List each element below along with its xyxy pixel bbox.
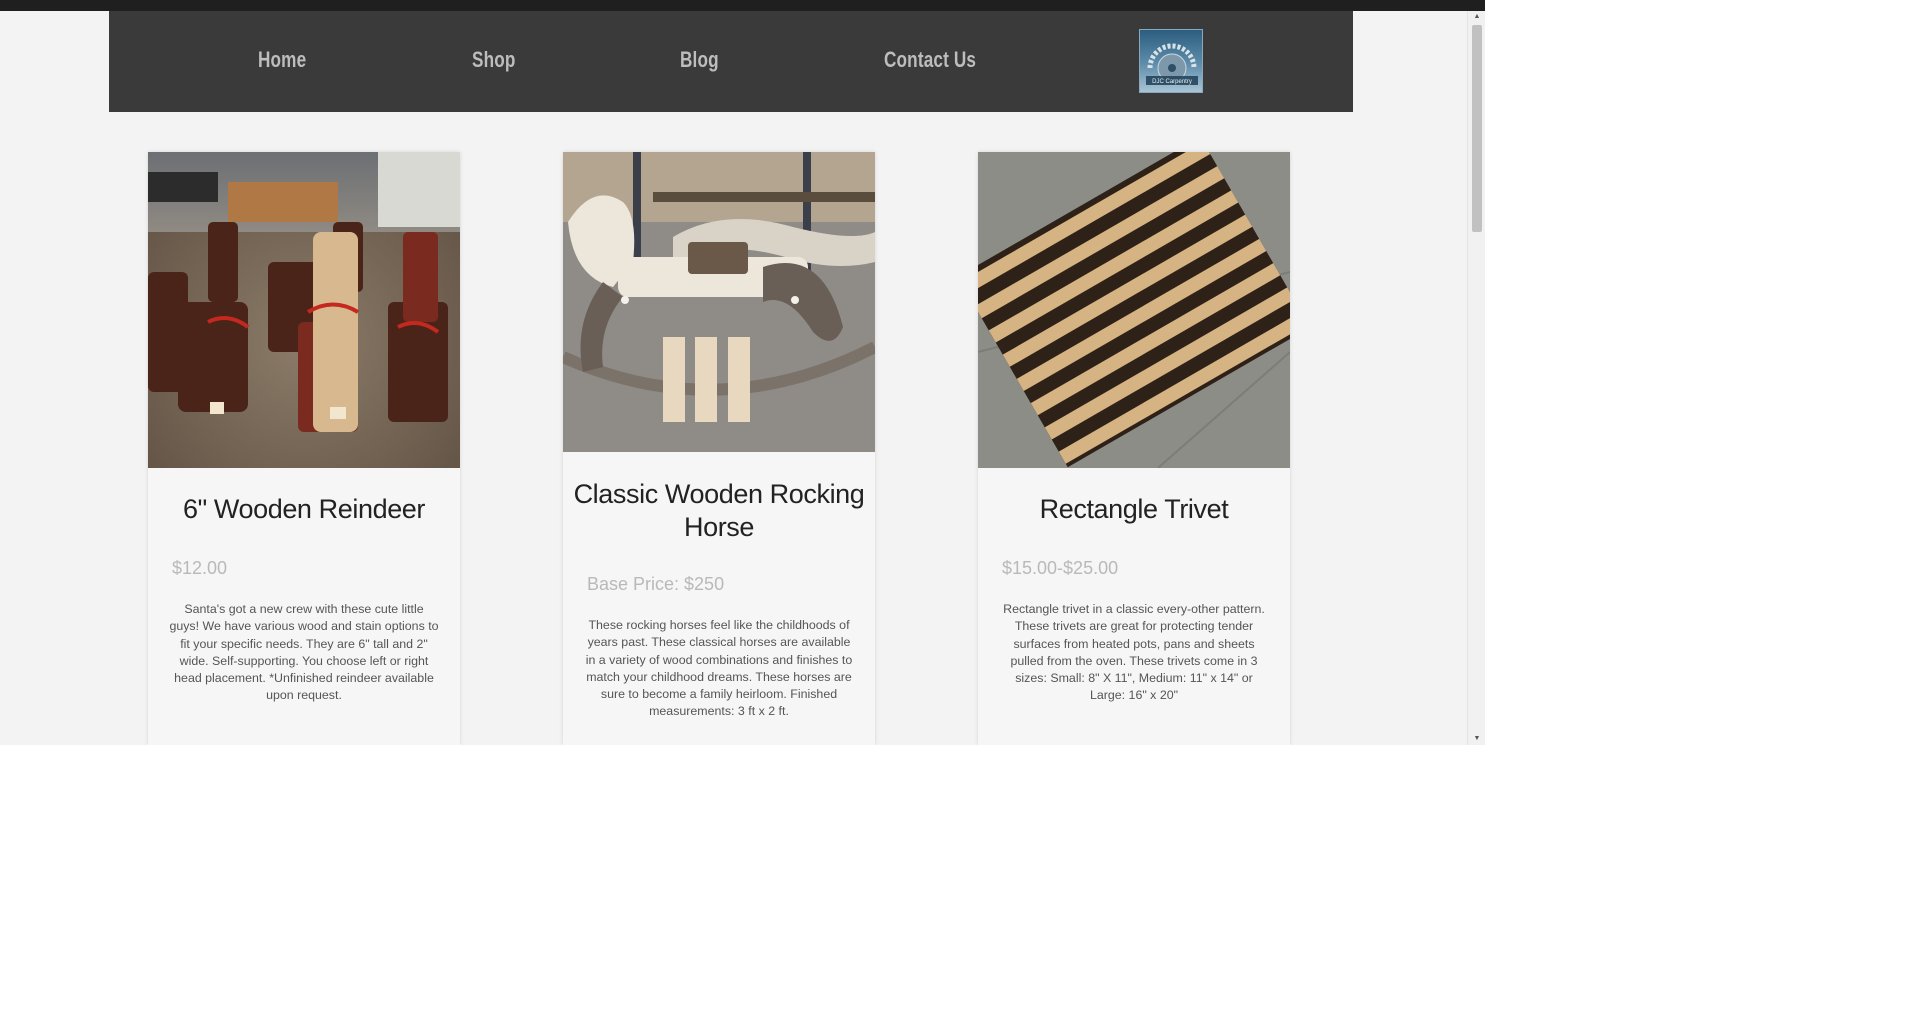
product-image-trivet[interactable] bbox=[978, 152, 1290, 468]
site-logo[interactable]: DJC Carpentry bbox=[1139, 29, 1203, 93]
nav-link-home[interactable]: Home bbox=[258, 47, 306, 73]
product-image-rocking-horse[interactable] bbox=[563, 152, 875, 452]
logo-text: DJC Carpentry bbox=[1152, 79, 1192, 85]
scrollbar-thumb[interactable] bbox=[1472, 25, 1482, 232]
product-price: $12.00 bbox=[172, 558, 228, 578]
product-card[interactable]: Rectangle Trivet $15.00-$25.00 Rectangle… bbox=[978, 152, 1290, 745]
product-card[interactable]: Classic Wooden Rocking Horse Base Price:… bbox=[563, 152, 875, 745]
product-description: Santa's got a new crew with these cute l… bbox=[169, 602, 439, 703]
product-title[interactable]: Rectangle Trivet bbox=[984, 493, 1284, 526]
product-price: Base Price: $250 bbox=[587, 574, 725, 594]
saw-blade-logo-icon: DJC Carpentry bbox=[1146, 43, 1198, 85]
product-card[interactable]: 6" Wooden Reindeer $12.00 Santa's got a … bbox=[148, 152, 460, 745]
reindeer-photo-icon bbox=[148, 152, 460, 468]
product-image-reindeer[interactable] bbox=[148, 152, 460, 468]
page-scrollbar[interactable]: ▲ ▼ bbox=[1467, 11, 1485, 745]
nav-link-shop[interactable]: Shop bbox=[472, 47, 516, 73]
nav-link-blog[interactable]: Blog bbox=[680, 47, 719, 73]
scroll-up-arrow-icon[interactable]: ▲ bbox=[1468, 11, 1485, 23]
product-description: Rectangle trivet in a classic every-othe… bbox=[1003, 602, 1265, 703]
scroll-down-arrow-icon[interactable]: ▼ bbox=[1468, 733, 1485, 745]
browser-toolbar-strip bbox=[0, 0, 1485, 11]
product-description: These rocking horses feel like the child… bbox=[585, 618, 853, 719]
product-title[interactable]: Classic Wooden Rocking Horse bbox=[569, 478, 869, 544]
product-price: $15.00-$25.00 bbox=[1002, 558, 1119, 578]
nav-link-contact[interactable]: Contact Us bbox=[884, 47, 976, 73]
trivet-photo-icon bbox=[978, 152, 1290, 468]
product-title[interactable]: 6" Wooden Reindeer bbox=[154, 493, 454, 526]
site-navbar: Home Shop Blog Contact Us DJC Carpentry bbox=[109, 11, 1353, 112]
rocking-horse-photo-icon bbox=[563, 152, 875, 452]
browser-viewport: Home Shop Blog Contact Us DJC Carpentry bbox=[0, 0, 1485, 745]
